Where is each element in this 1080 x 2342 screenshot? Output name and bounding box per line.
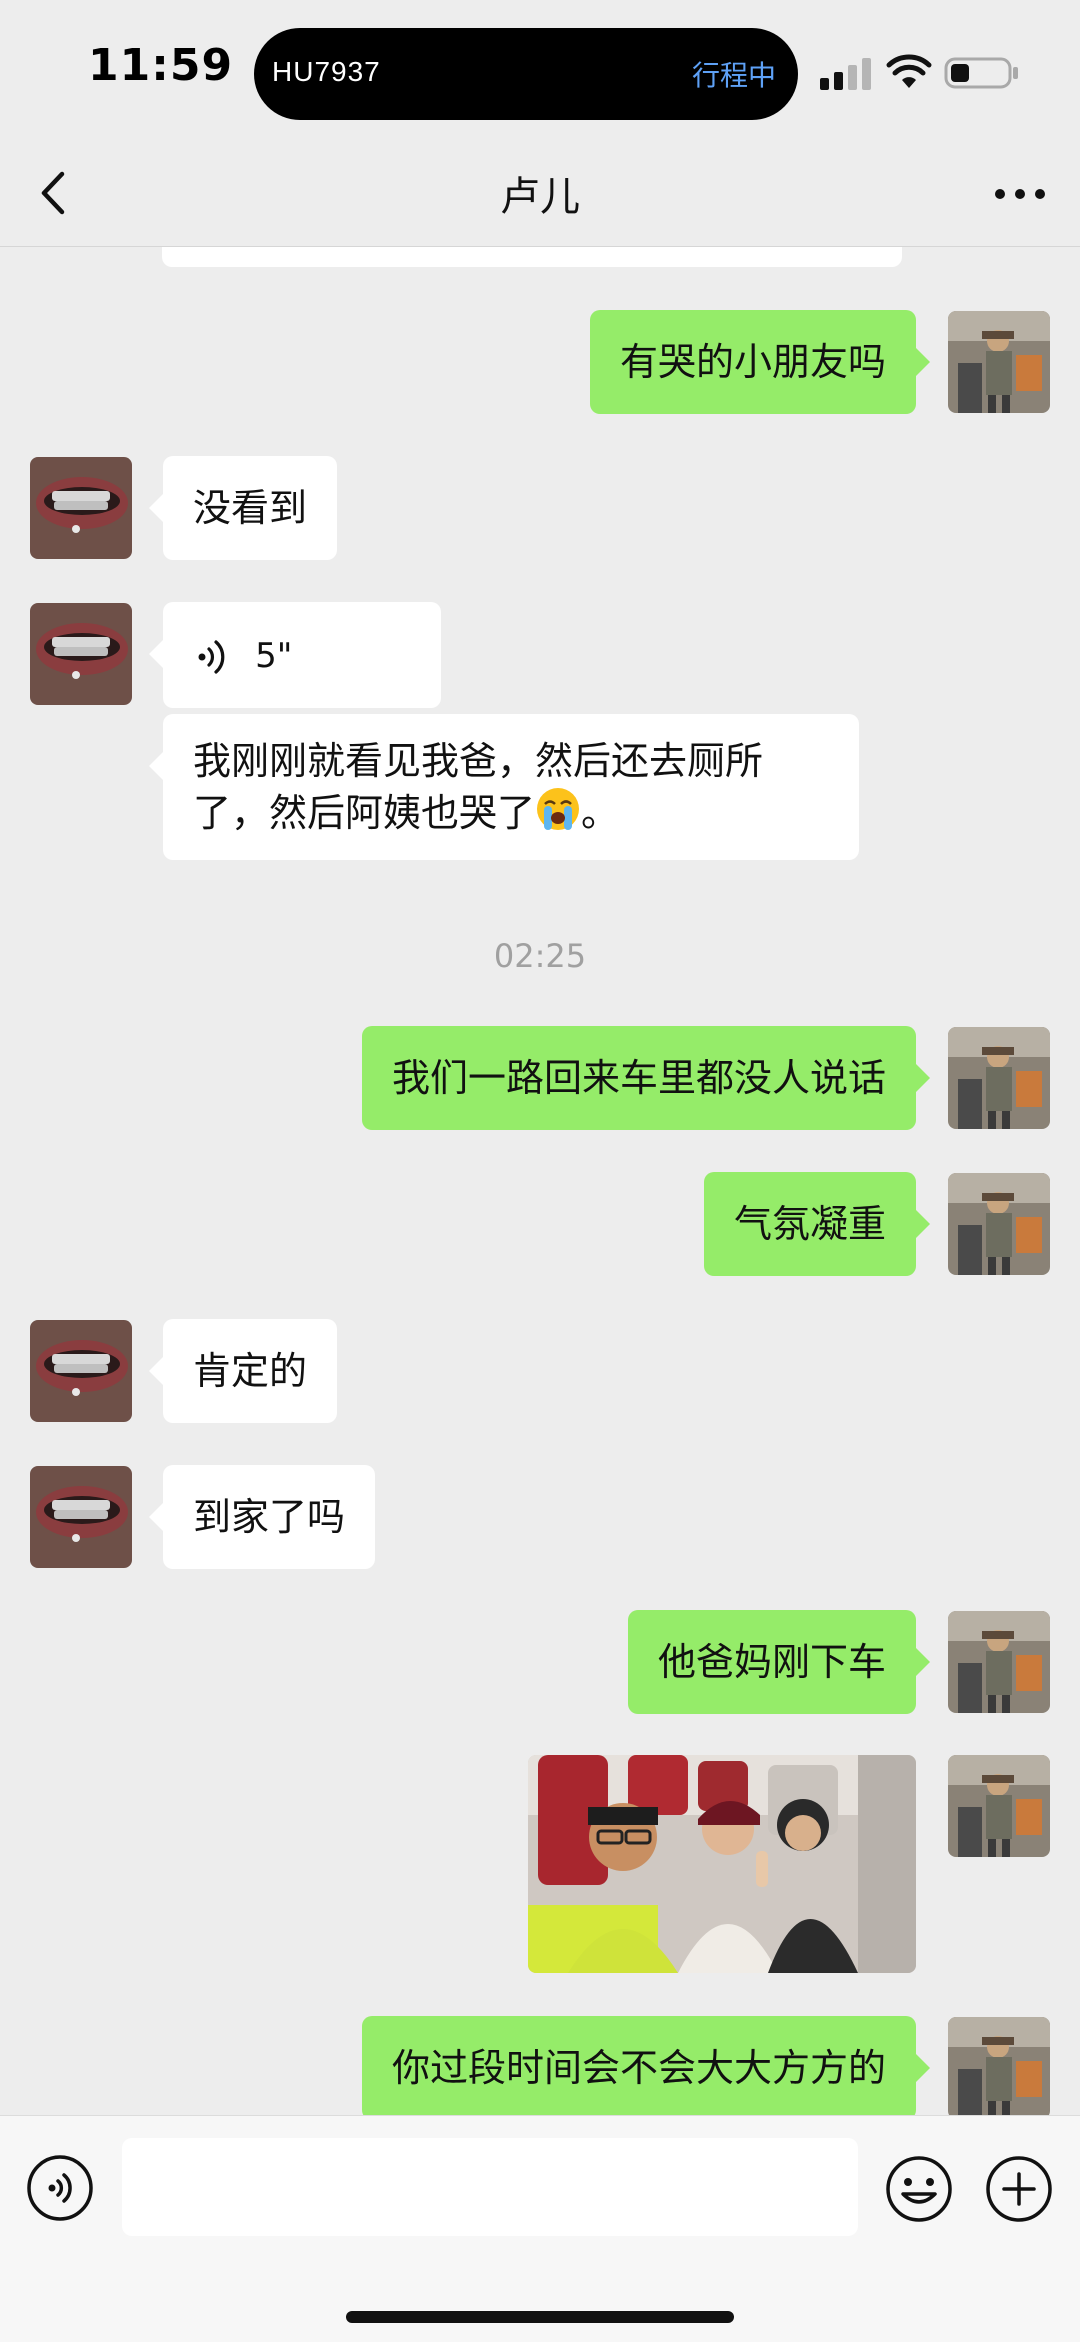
message-list[interactable]: 有哭的小朋友吗 没看到 5" 我刚刚就看见我爸，然后还去厕所了，然后阿姨也哭了 … [0,247,1080,2115]
my-avatar[interactable] [948,1173,1050,1275]
message-input[interactable] [122,2138,858,2236]
message-bubble-outgoing[interactable]: 气氛凝重 [703,1172,931,1276]
status-time: 11:59 [88,40,234,91]
chat-header: 卢儿 [0,140,1080,247]
more-dots-icon[interactable] [990,176,1050,212]
message-text: 他爸妈刚下车 [657,1640,886,1684]
timestamp: 02:25 [493,937,587,975]
message-text: 气氛凝重 [733,1202,886,1246]
message-text: 我刚刚就看见我爸，然后还去厕所了，然后阿姨也哭了 [193,739,764,835]
message-bubble-outgoing[interactable]: 有哭的小朋友吗 [589,310,931,414]
island-flight-number: HU7937 [272,56,381,87]
message-text: 没看到 [193,486,308,530]
contact-avatar[interactable] [30,1320,132,1422]
signal-icon [820,58,871,90]
image-message[interactable] [528,1755,916,1973]
contact-avatar[interactable] [30,457,132,559]
input-bar [0,2115,1080,2342]
my-avatar[interactable] [948,1027,1050,1129]
island-trip-status: 行程中 [691,59,776,92]
message-bubble-outgoing[interactable]: 他爸妈刚下车 [627,1610,931,1714]
message-text: 有哭的小朋友吗 [619,340,886,384]
message-bubble-incoming[interactable]: 没看到 [148,456,338,560]
message-bubble-incoming[interactable]: 到家了吗 [148,1465,376,1569]
message-text: 到家了吗 [193,1495,346,1539]
loudly-crying-face-icon [537,788,580,830]
message-bubble-incoming[interactable]: 肯定的 [148,1319,338,1423]
message-text-end: 。 [581,791,620,835]
contact-avatar[interactable] [30,603,132,705]
message-bubble-outgoing[interactable]: 你过段时间会不会大大方方的 [361,2016,931,2115]
my-avatar[interactable] [948,311,1050,413]
plus-icon[interactable] [984,2154,1054,2224]
battery-icon [944,57,1018,89]
voice-duration: 5" [255,636,293,676]
status-bar: 11:59 HU7937 行程中 [0,0,1080,140]
message-text: 你过段时间会不会大大方方的 [391,2046,886,2090]
message-text: 我们一路回来车里都没人说话 [391,1056,886,1100]
message-bubble-partial[interactable] [162,247,902,267]
chat-title: 卢儿 [500,174,580,220]
voice-toggle-icon[interactable] [26,2154,94,2222]
voice-wave-icon [198,639,225,674]
wifi-icon [886,54,932,88]
contact-avatar[interactable] [30,1466,132,1568]
my-avatar[interactable] [948,1755,1050,1857]
my-avatar[interactable] [948,1611,1050,1713]
emoji-icon[interactable] [884,2154,954,2224]
message-text: 肯定的 [193,1349,308,1393]
home-indicator[interactable] [346,2311,734,2323]
my-avatar[interactable] [948,2017,1050,2115]
dynamic-island[interactable]: HU7937 行程中 [254,28,798,120]
message-bubble-incoming[interactable]: 我刚刚就看见我爸，然后还去厕所了，然后阿姨也哭了 。 [149,714,859,860]
message-bubble-outgoing[interactable]: 我们一路回来车里都没人说话 [361,1026,931,1130]
voice-message-bubble[interactable]: 5" [149,602,441,708]
